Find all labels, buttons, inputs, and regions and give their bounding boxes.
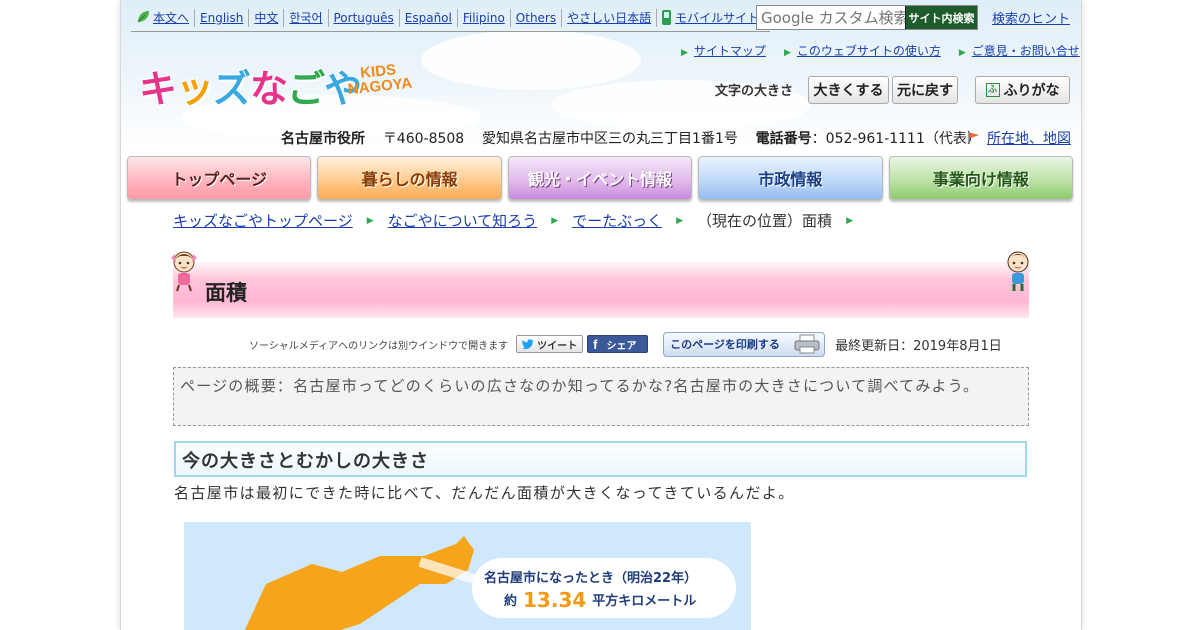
logo-latin-text: KIDS NAGOYA xyxy=(347,61,413,99)
last-updated: 最終更新日：2019年8月1日 xyxy=(835,338,1002,354)
lang-link-spanish[interactable]: Español xyxy=(400,9,458,27)
lang-link-english[interactable]: English xyxy=(195,9,250,27)
facebook-icon: f xyxy=(593,336,598,352)
sitemap-item: ▶ サイトマップ xyxy=(681,42,766,59)
kids-nagoya-logo[interactable]: キッズなごや KIDS NAGOYA xyxy=(139,58,429,118)
nav-business-info[interactable]: 事業向け情報 xyxy=(888,156,1074,200)
font-size-label: 文字の大きさ xyxy=(715,84,794,99)
area-value: 13.34 xyxy=(523,588,587,612)
arrow-right-icon: ▶ xyxy=(958,48,966,58)
lang-link-easy-japanese[interactable]: やさしい日本語 xyxy=(562,9,658,27)
contact-item: ▶ ご意見・お問い合せ xyxy=(959,42,1080,59)
breadcrumb: キッズなごやトップページ ▶ なごやについて知ろう ▶ でーたぶっく ▶ （現在… xyxy=(173,210,867,231)
nav-city-administration[interactable]: 市政情報 xyxy=(698,156,883,200)
page-summary: ページの概要：名古屋市ってどのくらいの広さなのか知ってるかな?名古屋市の大きさに… xyxy=(173,367,1029,426)
leaf-icon xyxy=(137,11,149,23)
contact-link[interactable]: ご意見・お問い合せ xyxy=(972,44,1080,58)
arrow-right-icon: ▶ xyxy=(783,48,791,58)
sitemap-link[interactable]: サイトマップ xyxy=(694,44,766,58)
printer-icon xyxy=(794,334,820,354)
site-search-button[interactable]: サイト内検索 xyxy=(905,6,977,29)
font-reset-button[interactable]: 元に戻す xyxy=(892,76,958,104)
print-page-button[interactable]: このページを印刷する xyxy=(663,331,826,357)
lang-link-chinese[interactable]: 中文 xyxy=(249,9,285,27)
search-hint-link[interactable]: 検索のヒント xyxy=(992,8,1070,27)
arrow-right-icon: ▶ xyxy=(366,215,374,226)
page-title: 面積 xyxy=(205,281,247,305)
facebook-share-button[interactable]: f シェア xyxy=(587,335,649,353)
arrow-right-icon: ▶ xyxy=(551,215,559,226)
boy-character-icon xyxy=(1007,251,1029,291)
social-media-note: ソーシャルメディアへのリンクは別ウインドウで開きます xyxy=(249,340,509,352)
breadcrumb-about-nagoya[interactable]: なごやについて知ろう xyxy=(388,210,538,231)
furigana-icon: ふ xyxy=(985,83,1000,97)
furigana-button[interactable]: ふふりがな xyxy=(975,76,1070,104)
share-row: ソーシャルメディアへのリンクは別ウインドウで開きます ツイート f シェア この… xyxy=(249,331,1002,357)
girl-character-icon xyxy=(171,251,197,292)
caption-line-1: 名古屋市になったとき（明治22年） xyxy=(484,571,698,586)
mobile-phone-icon xyxy=(662,10,672,25)
language-bar: 本文へ English 中文 한국어 Português Español Fil… xyxy=(131,5,771,32)
tweet-button[interactable]: ツイート xyxy=(516,335,584,353)
mobile-site-link[interactable]: モバイルサイト xyxy=(657,9,764,27)
breadcrumb-databook[interactable]: でーたぶっく xyxy=(572,210,662,231)
lang-link-filipino[interactable]: Filipino xyxy=(458,9,511,27)
arrow-right-icon: ▶ xyxy=(681,48,688,58)
location-map-link[interactable]: 所在地、地図 xyxy=(967,128,1071,148)
lang-link-korean[interactable]: 한국어 xyxy=(284,9,329,27)
nav-tourism-events[interactable]: 観光・イベント情報 xyxy=(507,156,693,200)
twitter-bird-icon xyxy=(522,338,534,349)
page-title-band xyxy=(173,262,1029,318)
search-box: サイト内検索 xyxy=(756,5,978,30)
font-bigger-button[interactable]: 大きくする xyxy=(808,76,889,104)
lang-link-portuguese[interactable]: Português xyxy=(329,9,400,27)
skip-to-content-link[interactable]: 本文へ xyxy=(131,9,196,27)
logo-text: キッズなごや xyxy=(139,67,362,111)
city-hall-address: 名古屋市役所 〒460-8508 愛知県名古屋市中区三の丸三丁目1番1号 電話番… xyxy=(281,131,981,147)
lang-link-others[interactable]: Others xyxy=(511,9,563,27)
global-nav: トップページ 暮らしの情報 観光・イベント情報 市政情報 事業向け情報 xyxy=(127,156,1074,200)
nav-living-info[interactable]: 暮らしの情報 xyxy=(317,156,502,200)
nagoya-area-map-image: 名古屋市になったとき（明治22年） 約 13.34 平方キロメートル xyxy=(184,522,751,630)
how-to-use-link[interactable]: このウェブサイトの使い方 xyxy=(797,44,941,58)
nav-top-page[interactable]: トップページ xyxy=(127,156,312,200)
how-to-use-item: ▶ このウェブサイトの使い方 xyxy=(784,42,941,59)
arrow-right-icon: ▶ xyxy=(846,215,853,226)
section-heading: 今の大きさとむかしの大きさ xyxy=(174,441,1027,477)
caption-line-2: 約 13.34 平方キロメートル xyxy=(504,588,697,612)
utility-links: ▶ サイトマップ ▶ このウェブサイトの使い方 ▶ ご意見・お問い合せ xyxy=(681,42,1080,59)
body-text: 名古屋市は最初にできた時に比べて、だんだん面積が大きくなってきているんだよ。 xyxy=(174,484,795,502)
breadcrumb-kids-top[interactable]: キッズなごやトップページ xyxy=(173,210,353,231)
breadcrumb-current: （現在の位置）面積 xyxy=(697,212,833,230)
page-shell: 本文へ English 中文 한국어 Português Español Fil… xyxy=(120,0,1082,630)
arrow-right-icon: ▶ xyxy=(676,215,684,226)
search-input[interactable] xyxy=(757,6,905,29)
flag-icon xyxy=(968,132,979,144)
